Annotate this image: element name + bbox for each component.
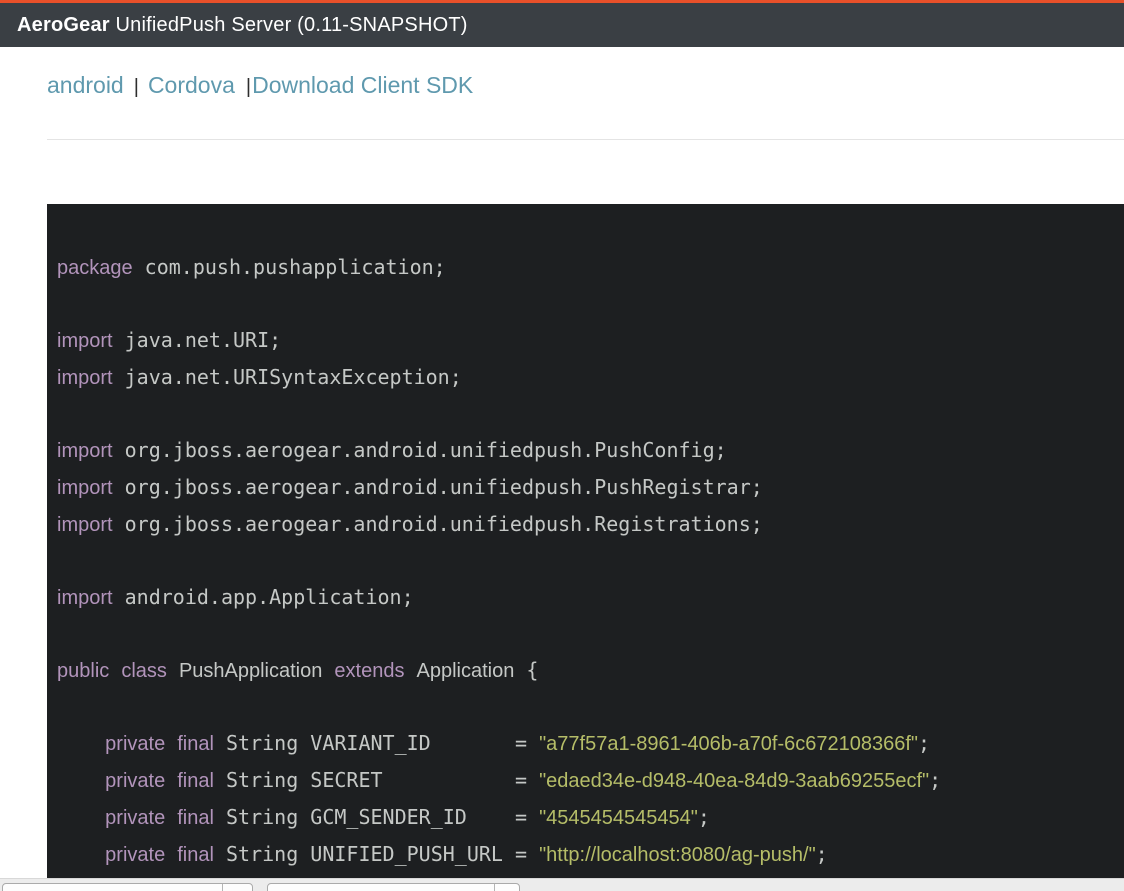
section-divider [47, 139, 1124, 140]
app-title-rest: UnifiedPush Server (0.11-SNAPSHOT) [109, 13, 468, 36]
nav-link-android[interactable]: android [47, 72, 124, 98]
app-title: AeroGear UnifiedPush Server (0.11-SNAPSH… [17, 14, 468, 37]
dropdown-arrow-zone[interactable] [494, 884, 519, 891]
nav-separator: | [133, 76, 139, 98]
nav-link-download-client-sdk[interactable]: Download Client SDK [252, 72, 473, 98]
brand-name: AeroGear [17, 13, 110, 36]
bottom-controls-bar [0, 878, 1124, 891]
dropdown-arrow-zone[interactable] [222, 884, 252, 891]
app-header: AeroGear UnifiedPush Server (0.11-SNAPSH… [0, 0, 1124, 47]
client-sdk-nav: android | Cordova |Download Client SDK [47, 70, 1124, 102]
footer-select-2[interactable] [267, 883, 520, 891]
nav-link-cordova[interactable]: Cordova [148, 72, 235, 98]
nav-separator: | [245, 76, 252, 98]
java-code-block: package com.push.pushapplication; import… [47, 204, 1124, 878]
footer-select-1[interactable] [2, 883, 253, 891]
